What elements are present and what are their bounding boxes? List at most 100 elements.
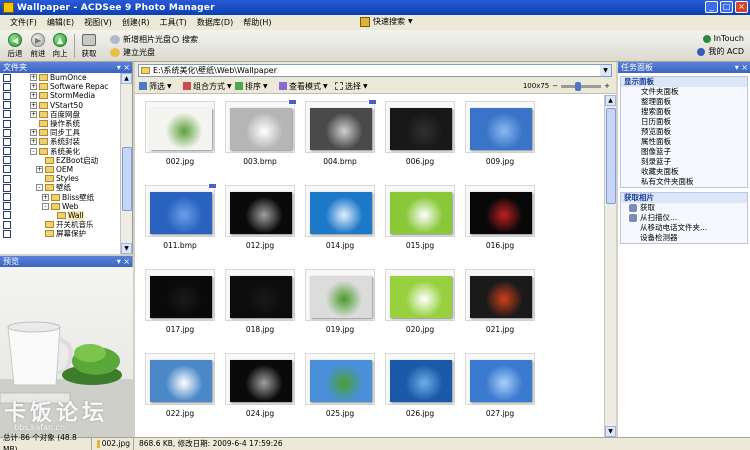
close-button[interactable]: × xyxy=(735,1,748,13)
acquire-item[interactable]: 获取 xyxy=(621,203,747,213)
acquire-button[interactable]: 获取 xyxy=(78,33,100,59)
collapse-icon[interactable]: - xyxy=(36,184,43,192)
tree-item[interactable]: 屏幕保护 xyxy=(0,229,121,238)
thumbnail-item[interactable]: 016.jpg xyxy=(461,183,539,263)
folder-scroll-thumb[interactable] xyxy=(122,147,132,211)
acquire-heading[interactable]: 获取相片 xyxy=(621,193,747,203)
thumbnail-item[interactable]: 018.jpg xyxy=(221,267,299,347)
thumbnail-item[interactable]: 020.jpg xyxy=(381,267,459,347)
expand-icon[interactable]: + xyxy=(36,165,43,173)
sort-button[interactable]: 排序 ▼ xyxy=(235,81,268,92)
tree-checkbox[interactable] xyxy=(3,229,11,238)
panel-toggle-item[interactable]: 私有文件夹面板 xyxy=(621,177,747,187)
thumbnail-item[interactable]: 012.jpg xyxy=(221,183,299,263)
panel-toggle-item[interactable]: 整理面板 xyxy=(621,97,747,107)
expand-icon[interactable]: + xyxy=(30,138,37,146)
menu-tools[interactable]: 工具(T) xyxy=(156,17,191,28)
thumbnail-item[interactable]: 017.jpg xyxy=(141,267,219,347)
menu-edit[interactable]: 编辑(E) xyxy=(43,17,78,28)
search-button[interactable]: 搜索 xyxy=(172,34,198,45)
view-mode-button[interactable]: 查看模式 ▼ xyxy=(279,81,328,92)
expand-icon[interactable]: + xyxy=(42,193,49,201)
intouch-link[interactable]: InTouch xyxy=(702,34,744,43)
tree-item[interactable]: + StormMedia xyxy=(0,91,121,100)
tree-checkbox[interactable] xyxy=(3,183,11,192)
tree-checkbox[interactable] xyxy=(3,211,11,220)
tree-checkbox[interactable] xyxy=(3,101,11,110)
tree-checkbox[interactable] xyxy=(3,137,11,146)
thumbnail-item[interactable]: 019.jpg xyxy=(301,267,379,347)
tree-item[interactable]: - 壁纸 xyxy=(0,183,121,192)
tree-item[interactable]: + Software Repac xyxy=(0,82,121,91)
thumb-scroll-down-icon[interactable]: ▼ xyxy=(605,426,616,437)
task-panel-close-icon[interactable]: ▾ × xyxy=(735,62,748,73)
thumbnail-scroll-thumb[interactable] xyxy=(606,108,616,204)
zoom-out-icon[interactable]: − xyxy=(552,82,558,90)
expand-icon[interactable]: + xyxy=(30,92,37,100)
thumbnail-item[interactable]: 011.bmp xyxy=(141,183,219,263)
tree-checkbox[interactable] xyxy=(3,165,11,174)
panel-toggle-item[interactable]: 预览面板 xyxy=(621,127,747,137)
minimize-button[interactable]: _ xyxy=(705,1,718,13)
tree-item[interactable]: EZBoot启动 xyxy=(0,156,121,165)
panel-toggle-item[interactable]: 刻录篮子 xyxy=(621,157,747,167)
thumb-scroll-up-icon[interactable]: ▲ xyxy=(605,95,616,106)
expand-icon[interactable]: + xyxy=(30,129,37,137)
group-button[interactable]: 组合方式 ▼ xyxy=(183,81,232,92)
thumbnail-scroll-track[interactable]: ▲ ▼ xyxy=(604,95,616,437)
my-acd-link[interactable]: 我的 ACD xyxy=(697,46,744,57)
menu-file[interactable]: 文件(F) xyxy=(6,17,41,28)
show-panels-heading[interactable]: 显示面板 xyxy=(621,77,747,87)
select-button[interactable]: 选择 ▼ xyxy=(335,81,368,92)
maximize-button[interactable]: □ xyxy=(720,1,733,13)
tree-checkbox[interactable] xyxy=(3,110,11,119)
menu-help[interactable]: 帮助(H) xyxy=(239,17,275,28)
panel-toggle-item[interactable]: 属性面板 xyxy=(621,137,747,147)
thumbnail-item[interactable]: 026.jpg xyxy=(381,351,459,431)
thumbnail-item[interactable]: 021.jpg xyxy=(461,267,539,347)
tree-checkbox[interactable] xyxy=(3,156,11,165)
zoom-in-icon[interactable]: + xyxy=(604,82,610,90)
tree-checkbox[interactable] xyxy=(3,119,11,128)
thumbnail-item[interactable]: 009.jpg xyxy=(461,99,539,179)
tree-item[interactable]: - Web xyxy=(0,202,121,211)
panel-toggle-item[interactable]: 文件夹面板 xyxy=(621,87,747,97)
panel-toggle-item[interactable]: 图像篮子 xyxy=(621,147,747,157)
preview-close-icon[interactable]: ▾ × xyxy=(117,256,130,267)
tree-checkbox[interactable] xyxy=(3,174,11,183)
acquire-item[interactable]: 设备检测器 xyxy=(621,233,747,243)
tree-checkbox[interactable] xyxy=(3,147,11,156)
up-button[interactable]: ▲ 向上 xyxy=(49,33,71,59)
tree-item[interactable]: + BumOnce xyxy=(0,73,121,82)
new-disc-button[interactable]: 新增相片光盘 xyxy=(110,34,171,45)
thumbnail-item[interactable]: 027.jpg xyxy=(461,351,539,431)
tree-checkbox[interactable] xyxy=(3,220,11,229)
expand-icon[interactable]: + xyxy=(30,101,37,109)
thumbnail-item[interactable]: 002.jpg xyxy=(141,99,219,179)
thumbnail-item[interactable]: 004.bmp xyxy=(301,99,379,179)
path-dropdown-icon[interactable]: ▼ xyxy=(600,65,611,76)
tree-checkbox[interactable] xyxy=(3,82,11,91)
zoom-control[interactable]: 100x75 − + xyxy=(523,81,610,91)
scroll-down-arrow-icon[interactable]: ▼ xyxy=(121,243,132,254)
panel-toggle-item[interactable]: 搜索面板 xyxy=(621,107,747,117)
thumbnail-item[interactable]: 024.jpg xyxy=(221,351,299,431)
tree-item[interactable]: + OEM xyxy=(0,165,121,174)
thumbnail-scrollbar[interactable]: ▲ ▼ xyxy=(604,95,616,437)
menu-database[interactable]: 数据库(D) xyxy=(193,17,237,28)
collapse-icon[interactable]: - xyxy=(42,202,49,210)
tree-checkbox[interactable] xyxy=(3,128,11,137)
forward-button[interactable]: ▶ 前进 xyxy=(27,33,49,59)
menu-create[interactable]: 创建(R) xyxy=(118,17,154,28)
tree-checkbox[interactable] xyxy=(3,73,11,82)
burn-disc-button[interactable]: 建立光盘 xyxy=(110,47,155,58)
expand-icon[interactable]: + xyxy=(30,83,37,91)
panel-close-icon[interactable]: ▾ × xyxy=(117,62,130,73)
panel-toggle-item[interactable]: 日历面板 xyxy=(621,117,747,127)
thumbnail-item[interactable]: 014.jpg xyxy=(301,183,379,263)
filter-button[interactable]: 筛选 ▼ xyxy=(139,81,172,92)
acquire-item[interactable]: 从扫描仪... xyxy=(621,213,747,223)
tree-item[interactable]: + Bliss壁纸 xyxy=(0,192,121,202)
back-button[interactable]: ◀ 后退 xyxy=(4,33,26,59)
tree-checkbox[interactable] xyxy=(3,193,11,202)
